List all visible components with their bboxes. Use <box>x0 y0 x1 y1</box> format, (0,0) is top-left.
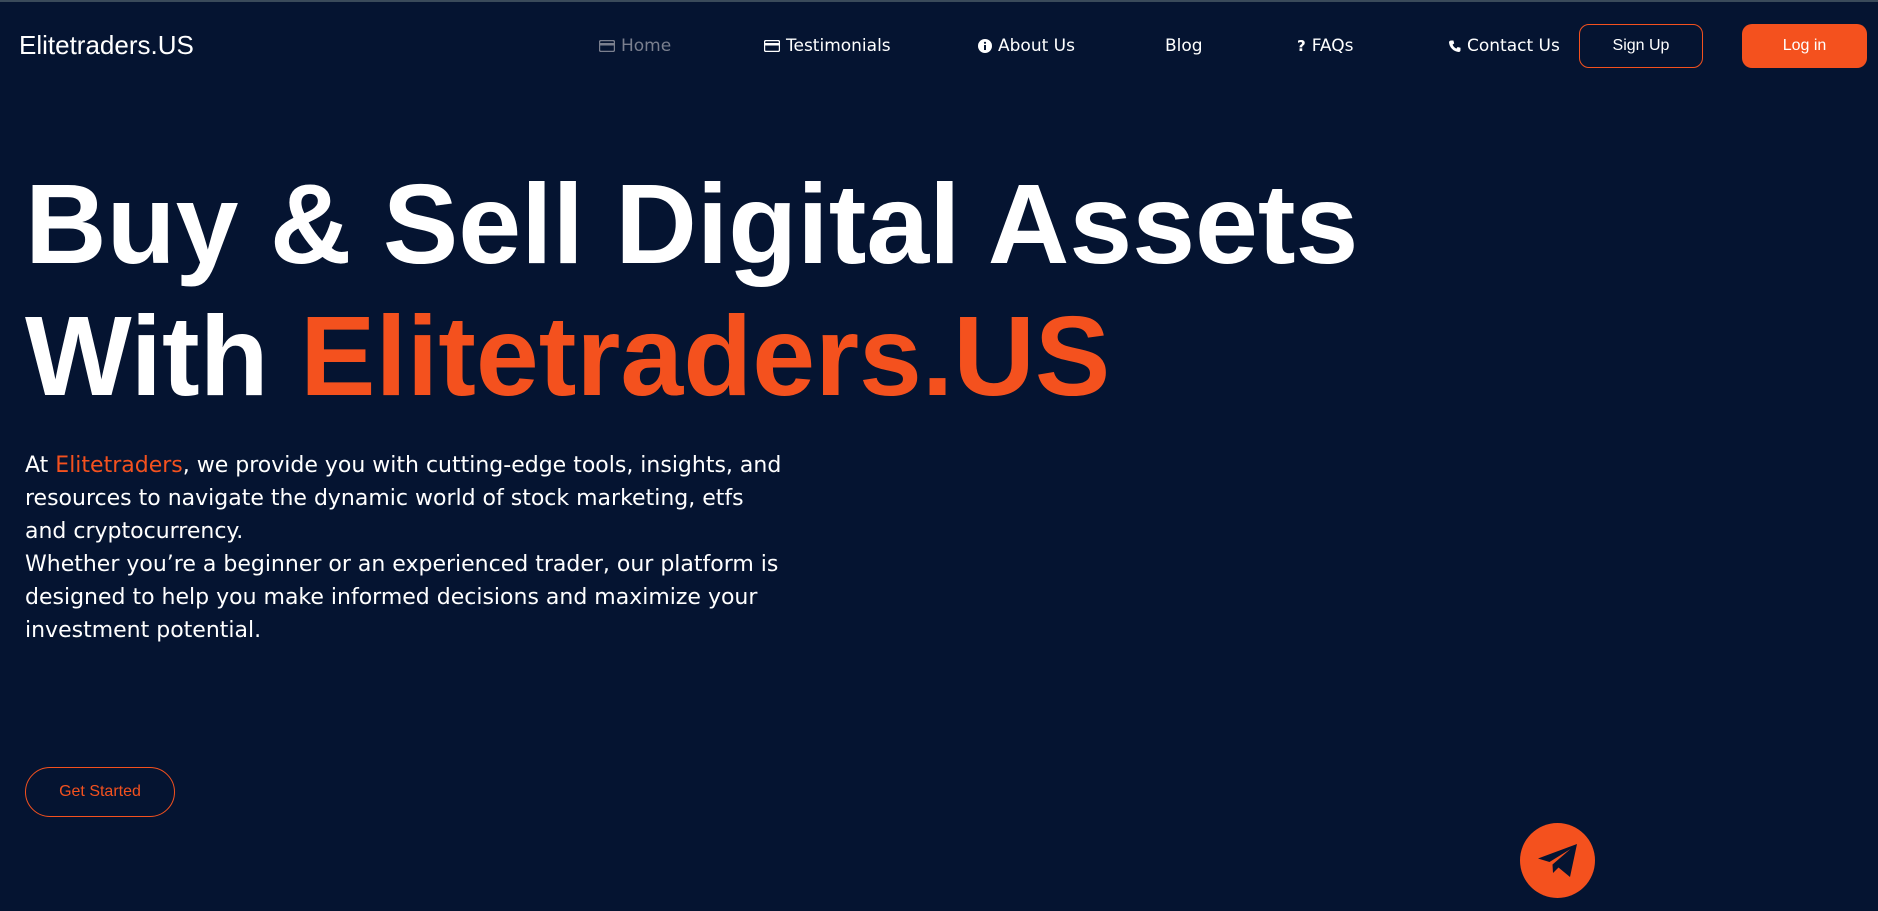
nav-label-blog: Blog <box>1165 36 1203 56</box>
hero-description: At Elitetraders, we provide you with cut… <box>25 449 785 647</box>
brand-logo-text[interactable]: Elitetraders.US <box>19 29 194 61</box>
telegram-chat-button[interactable] <box>1520 823 1595 898</box>
info-circle-icon <box>978 39 992 53</box>
question-icon: ? <box>1297 37 1306 55</box>
nav-label-contact-us: Contact Us <box>1467 36 1560 56</box>
hero-description-paragraph-1: At Elitetraders, we provide you with cut… <box>25 449 785 548</box>
nav-item-testimonials[interactable]: Testimonials <box>764 36 891 56</box>
nav-item-home[interactable]: Home <box>599 36 671 56</box>
nav-label-about-us: About Us <box>998 36 1075 56</box>
nav-item-contact-us[interactable]: Contact Us <box>1449 36 1560 56</box>
hero-title-line1: Buy & Sell Digital Assets <box>25 161 1359 287</box>
hero-title-brand: Elitetraders.US <box>300 293 1111 419</box>
nav-label-home: Home <box>621 36 672 56</box>
hero-title-line2-prefix: With <box>25 293 301 419</box>
card-icon <box>764 40 780 52</box>
log-in-button[interactable]: Log in <box>1742 24 1867 68</box>
nav-label-faqs: FAQs <box>1311 36 1354 56</box>
sign-up-button[interactable]: Sign Up <box>1579 24 1703 68</box>
nav-label-testimonials: Testimonials <box>786 36 891 56</box>
hero-title: Buy & Sell Digital Assets With Elitetrad… <box>25 158 1358 422</box>
card-icon <box>599 40 615 52</box>
top-border-line <box>0 0 1878 2</box>
nav-item-about-us[interactable]: About Us <box>978 36 1075 56</box>
hero-desc-prefix: At <box>25 453 56 478</box>
nav-item-faqs[interactable]: ? FAQs <box>1297 36 1354 56</box>
telegram-paper-plane-icon <box>1537 843 1579 879</box>
phone-icon <box>1449 40 1461 53</box>
nav-item-blog[interactable]: Blog <box>1165 36 1203 56</box>
hero-description-paragraph-2: Whether you’re a beginner or an experien… <box>25 552 779 643</box>
get-started-button[interactable]: Get Started <box>25 767 175 817</box>
hero-desc-brand: Elitetraders <box>55 453 183 478</box>
